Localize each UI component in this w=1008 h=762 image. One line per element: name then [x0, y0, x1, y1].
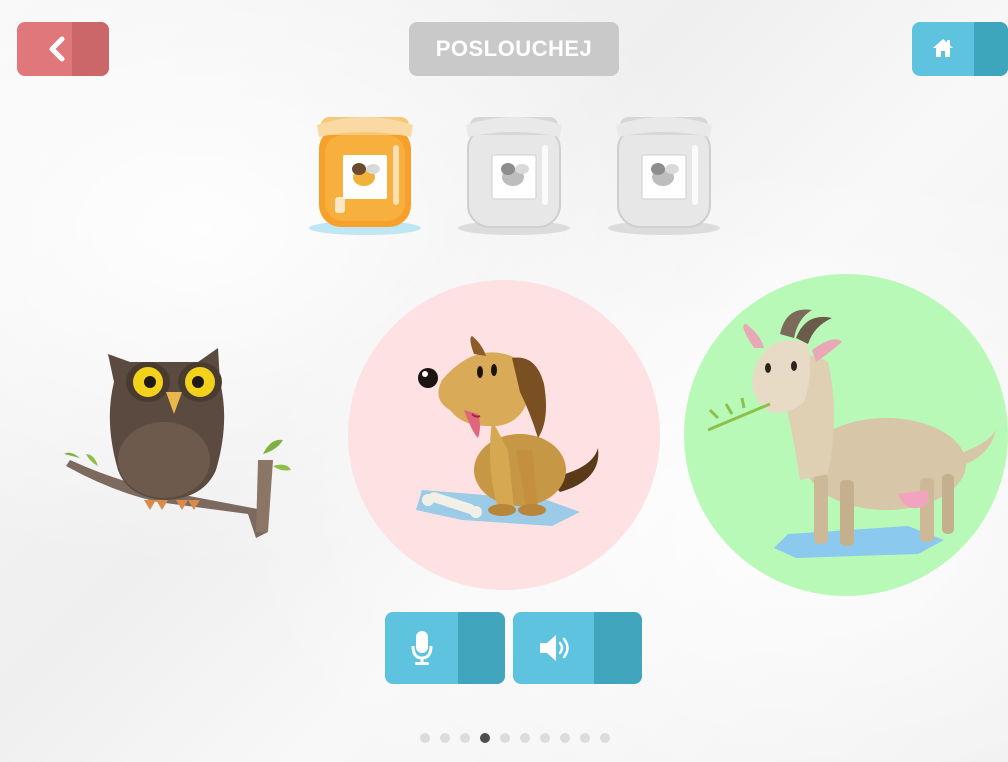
- chevron-left-icon: [49, 36, 65, 62]
- page-dot-active: [480, 733, 490, 743]
- dog-image: [416, 336, 599, 526]
- microphone-button[interactable]: [385, 612, 505, 684]
- page-dot: [560, 733, 570, 743]
- page-dot: [420, 733, 430, 743]
- speaker-icon: [540, 635, 569, 661]
- microphone-icon: [411, 631, 433, 665]
- page-dot: [500, 733, 510, 743]
- home-icon: [933, 39, 953, 57]
- page-dot: [600, 733, 610, 743]
- honey-jar-empty: [608, 117, 720, 235]
- honey-jar-filled: [309, 117, 421, 235]
- owl-image[interactable]: [58, 342, 294, 540]
- home-button[interactable]: [912, 22, 1008, 76]
- play-sound-button[interactable]: [513, 612, 642, 684]
- page-dot: [440, 733, 450, 743]
- page-title: POSLOUCHEJ: [409, 22, 619, 76]
- goat-answer-circle[interactable]: [684, 274, 1008, 596]
- page-indicator: [420, 732, 610, 744]
- goat-image: [708, 309, 996, 558]
- page-dot: [580, 733, 590, 743]
- page-dot: [460, 733, 470, 743]
- back-button[interactable]: [17, 22, 109, 76]
- page-dot: [520, 733, 530, 743]
- honey-jar-empty: [458, 117, 570, 235]
- dog-answer-circle[interactable]: [348, 280, 660, 590]
- page-dot: [540, 733, 550, 743]
